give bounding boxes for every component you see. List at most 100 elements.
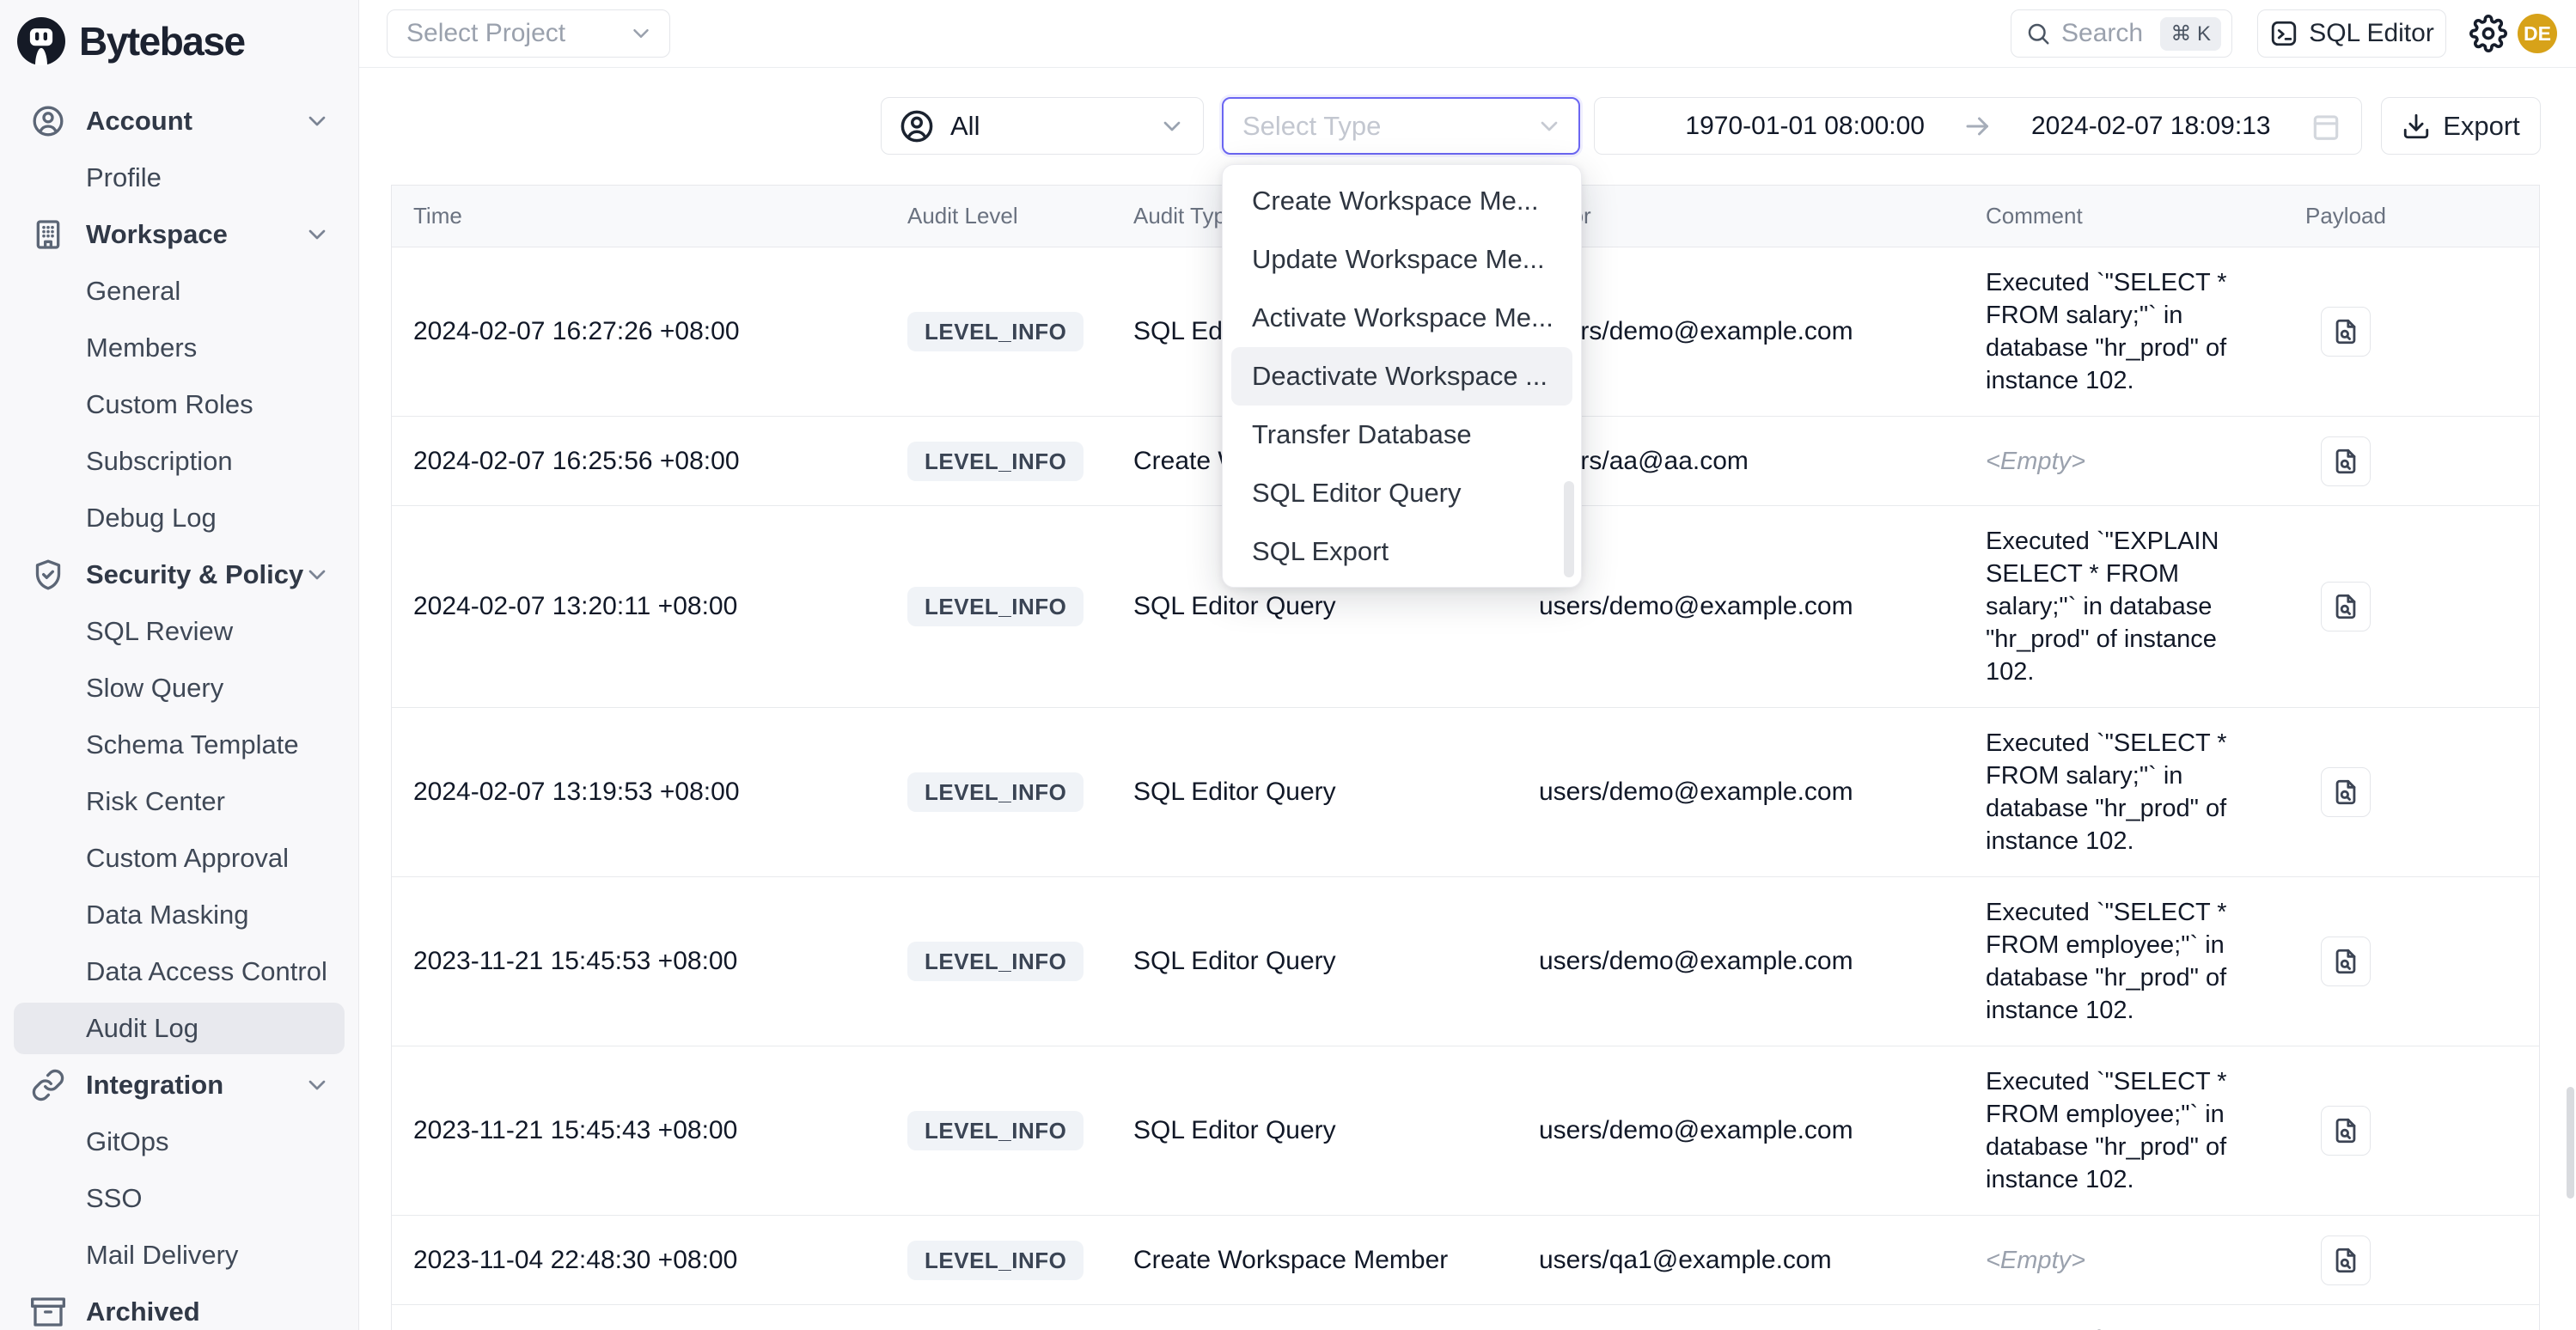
- arrow-right-icon: [1963, 111, 1993, 142]
- payload-view-button[interactable]: [2321, 1235, 2371, 1285]
- sidebar-item-account[interactable]: Account: [0, 93, 358, 149]
- sidebar-item-sql-review[interactable]: SQL Review: [0, 603, 358, 660]
- cell-audit-type: SQL Editor Query: [1133, 1116, 1539, 1145]
- cell-actor: users/demo@example.com: [1539, 592, 1986, 621]
- date-range-picker[interactable]: 1970-01-01 08:00:00 2024-02-07 18:09:13: [1594, 97, 2362, 155]
- payload-view-button[interactable]: [2321, 307, 2371, 357]
- menu-item-transfer-database[interactable]: Transfer Database: [1231, 406, 1572, 464]
- file-search-icon: [2331, 947, 2360, 976]
- sidebar-item-profile[interactable]: Profile: [0, 149, 358, 206]
- sidebar-item-custom-approval[interactable]: Custom Approval: [0, 830, 358, 887]
- table-row: 2023-11-04 01:06:24 +08:00 LEVEL_INFO SQ…: [392, 1305, 2539, 1330]
- archive-icon: [31, 1295, 65, 1329]
- sidebar-item-general[interactable]: General: [0, 263, 358, 320]
- sidebar-item-workspace[interactable]: Workspace: [0, 206, 358, 263]
- audit-level-badge: LEVEL_INFO: [907, 442, 1084, 481]
- actor-filter-select[interactable]: All: [881, 97, 1204, 155]
- gear-icon[interactable]: [2469, 15, 2507, 52]
- topbar: [359, 0, 2576, 68]
- column-header-audit-level: Audit Level: [907, 203, 1133, 229]
- project-select[interactable]: Select Project: [387, 9, 670, 58]
- sidebar-item-data-access-control[interactable]: Data Access Control: [0, 943, 358, 1000]
- sidebar-item-archived[interactable]: Archived: [0, 1284, 358, 1330]
- chevron-down-icon: [303, 221, 331, 248]
- sidebar-item-subscription[interactable]: Subscription: [0, 433, 358, 490]
- column-header-time: Time: [413, 203, 907, 229]
- sidebar-item-label: Data Masking: [86, 900, 249, 930]
- menu-item-sql-export[interactable]: SQL Export: [1231, 522, 1572, 581]
- sidebar-item-members[interactable]: Members: [0, 320, 358, 376]
- cell-time: 2023-11-21 15:45:43 +08:00: [413, 1116, 907, 1145]
- cell-comment: Executed `"EXPLAIN SELECT * FROM salary;…: [1986, 525, 2305, 688]
- chevron-down-icon: [303, 107, 331, 135]
- chevron-down-icon: [1535, 113, 1563, 140]
- sidebar-item-label: GitOps: [86, 1126, 168, 1157]
- table-row: 2023-11-21 15:45:43 +08:00 LEVEL_INFO SQ…: [392, 1046, 2539, 1216]
- table-row: 2023-11-21 15:45:53 +08:00 LEVEL_INFO SQ…: [392, 877, 2539, 1046]
- search-input[interactable]: Search ⌘ K: [2011, 9, 2232, 58]
- payload-view-button[interactable]: [2321, 582, 2371, 631]
- sidebar-item-label: Profile: [86, 162, 162, 193]
- avatar[interactable]: DE: [2518, 14, 2557, 53]
- sidebar-item-label: Custom Approval: [86, 843, 289, 874]
- type-filter-dropdown: Create Workspace Me... Update Workspace …: [1222, 164, 1582, 588]
- file-search-icon: [2331, 1246, 2360, 1275]
- payload-view-button[interactable]: [2321, 767, 2371, 817]
- cell-actor: users/demo@example.com: [1539, 1116, 1986, 1145]
- cell-audit-type: SQL Editor Query: [1133, 947, 1539, 976]
- terminal-icon: [2269, 19, 2298, 48]
- person-circle-icon: [899, 108, 935, 144]
- cell-time: 2024-02-07 13:20:11 +08:00: [413, 592, 907, 621]
- sidebar-item-custom-roles[interactable]: Custom Roles: [0, 376, 358, 433]
- bytebase-audit-log-page: Bytebase Account Profile Workspace Gener…: [0, 0, 2576, 1330]
- sidebar-item-label: Audit Log: [86, 1013, 198, 1044]
- sidebar-item-label: Archived: [86, 1296, 200, 1327]
- sidebar-item-integration[interactable]: Integration: [0, 1057, 358, 1113]
- sidebar-item-label: Members: [86, 332, 197, 363]
- menu-item-create-workspace-member[interactable]: Create Workspace Me...: [1231, 172, 1572, 230]
- sidebar-item-label: Security & Policy: [86, 559, 303, 590]
- sidebar-item-audit-log[interactable]: Audit Log: [0, 1000, 358, 1057]
- sidebar-item-mail-delivery[interactable]: Mail Delivery: [0, 1227, 358, 1284]
- type-filter-select[interactable]: Select Type: [1222, 97, 1580, 155]
- audit-level-badge: LEVEL_INFO: [907, 1111, 1084, 1150]
- cell-actor: users/demo@example.com: [1539, 778, 1986, 807]
- sidebar-item-slow-query[interactable]: Slow Query: [0, 660, 358, 717]
- sidebar-item-sso[interactable]: SSO: [0, 1170, 358, 1227]
- search-icon: [2025, 21, 2051, 46]
- menu-item-sql-editor-query[interactable]: SQL Editor Query: [1231, 464, 1572, 522]
- menu-item-update-workspace-member[interactable]: Update Workspace Me...: [1231, 230, 1572, 289]
- file-search-icon: [2331, 1116, 2360, 1145]
- menu-item-activate-workspace-member[interactable]: Activate Workspace Me...: [1231, 289, 1572, 347]
- audit-level-badge: LEVEL_INFO: [907, 942, 1084, 981]
- sidebar-item-security-policy[interactable]: Security & Policy: [0, 546, 358, 603]
- payload-view-button[interactable]: [2321, 436, 2371, 486]
- sidebar-item-label: Custom Roles: [86, 389, 253, 420]
- sidebar-item-data-masking[interactable]: Data Masking: [0, 887, 358, 943]
- sql-editor-button[interactable]: SQL Editor: [2257, 9, 2446, 58]
- sidebar-item-schema-template[interactable]: Schema Template: [0, 717, 358, 773]
- table-row: 2023-11-04 22:48:30 +08:00 LEVEL_INFO Cr…: [392, 1216, 2539, 1305]
- menu-item-deactivate-workspace-member[interactable]: Deactivate Workspace ...: [1231, 347, 1572, 406]
- export-button[interactable]: Export: [2381, 97, 2541, 155]
- payload-view-button[interactable]: [2321, 1106, 2371, 1156]
- sidebar-item-gitops[interactable]: GitOps: [0, 1113, 358, 1170]
- sidebar-item-label: SQL Review: [86, 616, 233, 647]
- brand-logo[interactable]: Bytebase: [0, 0, 358, 74]
- audit-level-badge: LEVEL_INFO: [907, 772, 1084, 812]
- date-range-start: 1970-01-01 08:00:00: [1685, 112, 1925, 141]
- sidebar-item-label: Debug Log: [86, 503, 217, 534]
- sql-editor-label: SQL Editor: [2309, 19, 2434, 48]
- column-header-payload: Payload: [2305, 203, 2540, 229]
- cell-comment: Executed `"SELECT * FROM department;"` i…: [1986, 1324, 2305, 1330]
- dropdown-scrollbar-thumb[interactable]: [1564, 481, 1574, 577]
- sidebar-item-label: General: [86, 276, 180, 307]
- cell-audit-type: SQL Editor Query: [1133, 778, 1539, 807]
- sidebar-item-debug-log[interactable]: Debug Log: [0, 490, 358, 546]
- sidebar-item-risk-center[interactable]: Risk Center: [0, 773, 358, 830]
- user-icon: [31, 104, 65, 138]
- payload-view-button[interactable]: [2321, 936, 2371, 986]
- cell-time: 2023-11-04 22:48:30 +08:00: [413, 1246, 907, 1275]
- column-header-comment: Comment: [1986, 203, 2305, 229]
- page-scrollbar-thumb[interactable]: [2567, 1087, 2574, 1199]
